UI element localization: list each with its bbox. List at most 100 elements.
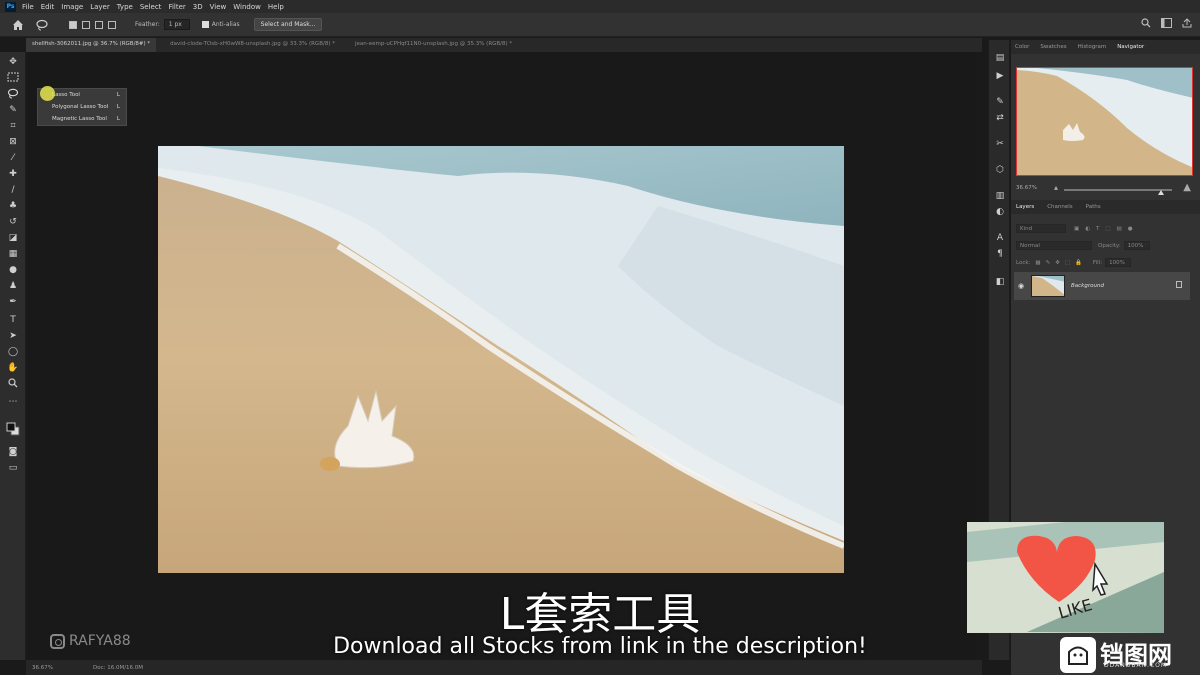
tab-swatches[interactable]: Swatches [1040, 44, 1066, 50]
screen-mode-icon[interactable]: ▭ [6, 462, 20, 474]
hand-tool-icon[interactable]: ✋ [6, 362, 20, 374]
menu-3d[interactable]: 3D [193, 3, 203, 11]
lasso-tool-preset-icon[interactable] [35, 19, 51, 31]
color-swatches-icon[interactable] [6, 422, 20, 436]
tab-layers[interactable]: Layers [1016, 204, 1034, 210]
more-tools-icon[interactable]: ⋯ [6, 396, 20, 408]
zoom-out-icon[interactable]: ▴ [1054, 183, 1058, 192]
pen-tool-icon[interactable]: ✒ [6, 296, 20, 308]
marquee-tool-icon[interactable] [6, 72, 20, 84]
quick-mask-icon[interactable]: ◙ [6, 446, 20, 458]
layers-panel-icon[interactable]: ◧ [994, 276, 1006, 288]
menu-help[interactable]: Help [268, 3, 284, 11]
add-selection-icon[interactable] [82, 20, 90, 29]
shape-tool-icon[interactable]: ◯ [6, 346, 20, 358]
move-tool-icon[interactable]: ✥ [6, 56, 20, 68]
home-icon[interactable] [11, 19, 25, 31]
zoom-in-icon[interactable]: ▲ [1183, 182, 1191, 193]
history-icon[interactable]: ▤ [994, 52, 1006, 64]
healing-brush-tool-icon[interactable]: ✚ [6, 168, 20, 180]
share-icon[interactable] [1182, 18, 1192, 31]
libraries-icon[interactable]: ▥ [994, 190, 1006, 202]
subtitle-english: Download all Stocks from link in the des… [333, 634, 867, 659]
type-tool-icon[interactable]: T [6, 314, 20, 326]
zoom-tool-icon[interactable] [6, 378, 20, 390]
navigator-zoom-row: 36.67% ▴ ▲ [1016, 182, 1193, 195]
flyout-magnetic-lasso-tool[interactable]: Magnetic Lasso Tool L [38, 113, 126, 125]
eye-icon[interactable]: ◉ [1018, 282, 1024, 290]
tab-color[interactable]: Color [1015, 44, 1029, 50]
opacity-label: Opacity: [1098, 242, 1121, 249]
intersect-selection-icon[interactable] [108, 20, 116, 29]
menu-filter[interactable]: Filter [168, 3, 185, 11]
menu-view[interactable]: View [210, 3, 227, 11]
zoom-slider[interactable] [1064, 189, 1172, 195]
flyout-label: Lasso Tool [52, 92, 80, 98]
instagram-icon [50, 633, 65, 649]
opacity-value: 100% [1127, 242, 1144, 249]
fill-input[interactable]: 100% [1105, 258, 1132, 267]
like-overlay: LIKE [967, 522, 1164, 633]
photoshop-logo: Ps [5, 1, 16, 12]
tools-settings-icon[interactable]: ✂ [994, 138, 1006, 150]
select-and-mask-button[interactable]: Select and Mask... [253, 18, 323, 31]
history-brush-tool-icon[interactable]: ↺ [6, 216, 20, 228]
subtract-selection-icon[interactable] [95, 20, 103, 29]
workspace-icon[interactable] [1161, 18, 1172, 31]
tab-document-2[interactable]: david-clode-TOsb-xH0wW8-unsplash.jpg @ 3… [164, 38, 341, 52]
gradient-tool-icon[interactable]: ▦ [6, 248, 20, 260]
brush-settings-icon[interactable]: ✎ [994, 96, 1006, 108]
tab-navigator[interactable]: Navigator [1117, 44, 1144, 50]
flyout-label: Polygonal Lasso Tool [52, 104, 109, 110]
brush-tool-icon[interactable]: / [6, 184, 20, 196]
paragraph-icon[interactable]: ¶ [994, 248, 1006, 260]
blur-tool-icon[interactable]: ● [6, 264, 20, 276]
actions-icon[interactable]: ▶ [994, 70, 1006, 82]
antialias-checkbox[interactable] [201, 21, 209, 28]
crop-tool-icon[interactable]: ⌗ [6, 120, 20, 132]
menu-window[interactable]: Window [233, 3, 261, 11]
eyedropper-tool-icon[interactable]: ⁄ [6, 152, 20, 164]
adjustments-icon[interactable]: ◐ [994, 206, 1006, 218]
quick-selection-tool-icon[interactable]: ✎ [6, 104, 20, 116]
lasso-tool-icon[interactable] [6, 88, 20, 100]
eraser-tool-icon[interactable]: ◪ [6, 232, 20, 244]
layer-name[interactable]: Background [1071, 283, 1104, 289]
tab-paths[interactable]: Paths [1086, 204, 1101, 210]
document-image[interactable] [158, 146, 844, 573]
menu-file[interactable]: File [22, 3, 34, 11]
tab-document-1[interactable]: shellfish-3062011.jpg @ 36.7% (RGB/8#) * [26, 38, 157, 52]
navigator-preview[interactable] [1016, 67, 1193, 176]
character-icon[interactable]: A [994, 232, 1006, 244]
flyout-polygonal-lasso-tool[interactable]: Polygonal Lasso Tool L [38, 101, 126, 113]
navigator-zoom-value[interactable]: 36.67% [1016, 185, 1037, 191]
menu-type[interactable]: Type [117, 3, 133, 11]
tab-channels[interactable]: Channels [1047, 204, 1072, 210]
menu-edit[interactable]: Edit [41, 3, 55, 11]
new-selection-icon[interactable] [69, 20, 77, 29]
3d-icon[interactable]: ⬡ [994, 164, 1006, 176]
dodge-tool-icon[interactable]: ♟ [6, 280, 20, 292]
lock-icons[interactable]: ▦✎✥⬚🔒 [1035, 260, 1086, 266]
blend-mode-select[interactable]: Normal [1016, 241, 1092, 250]
flyout-shortcut: L [116, 92, 120, 98]
feather-input[interactable]: 1 px [163, 19, 190, 30]
adjust-icon[interactable]: ⇄ [994, 112, 1006, 124]
tab-document-3[interactable]: jean-eemp-uCPHqf11N0-unsplash.jpg @ 35.3… [349, 38, 518, 52]
menu-layer[interactable]: Layer [90, 3, 110, 11]
search-icon[interactable] [1141, 18, 1151, 31]
frame-tool-icon[interactable]: ⊠ [6, 136, 20, 148]
layer-row-background[interactable]: ◉ Background [1014, 272, 1190, 300]
clone-stamp-tool-icon[interactable]: ♣ [6, 200, 20, 212]
layer-thumbnail [1031, 275, 1065, 297]
zoom-slider-handle[interactable] [1158, 190, 1164, 195]
path-selection-tool-icon[interactable]: ➤ [6, 330, 20, 342]
filter-icons[interactable]: ▣◐T⬚▤● [1074, 226, 1139, 232]
menu-image[interactable]: Image [61, 3, 83, 11]
menu-select[interactable]: Select [140, 3, 162, 11]
tab-histogram[interactable]: Histogram [1078, 44, 1107, 50]
document-tabs: shellfish-3062011.jpg @ 36.7% (RGB/8#) *… [26, 38, 982, 52]
opacity-input[interactable]: 100% [1123, 241, 1150, 250]
status-zoom[interactable]: 36.67% [32, 665, 53, 671]
layer-kind-filter[interactable]: Kind [1016, 224, 1066, 233]
